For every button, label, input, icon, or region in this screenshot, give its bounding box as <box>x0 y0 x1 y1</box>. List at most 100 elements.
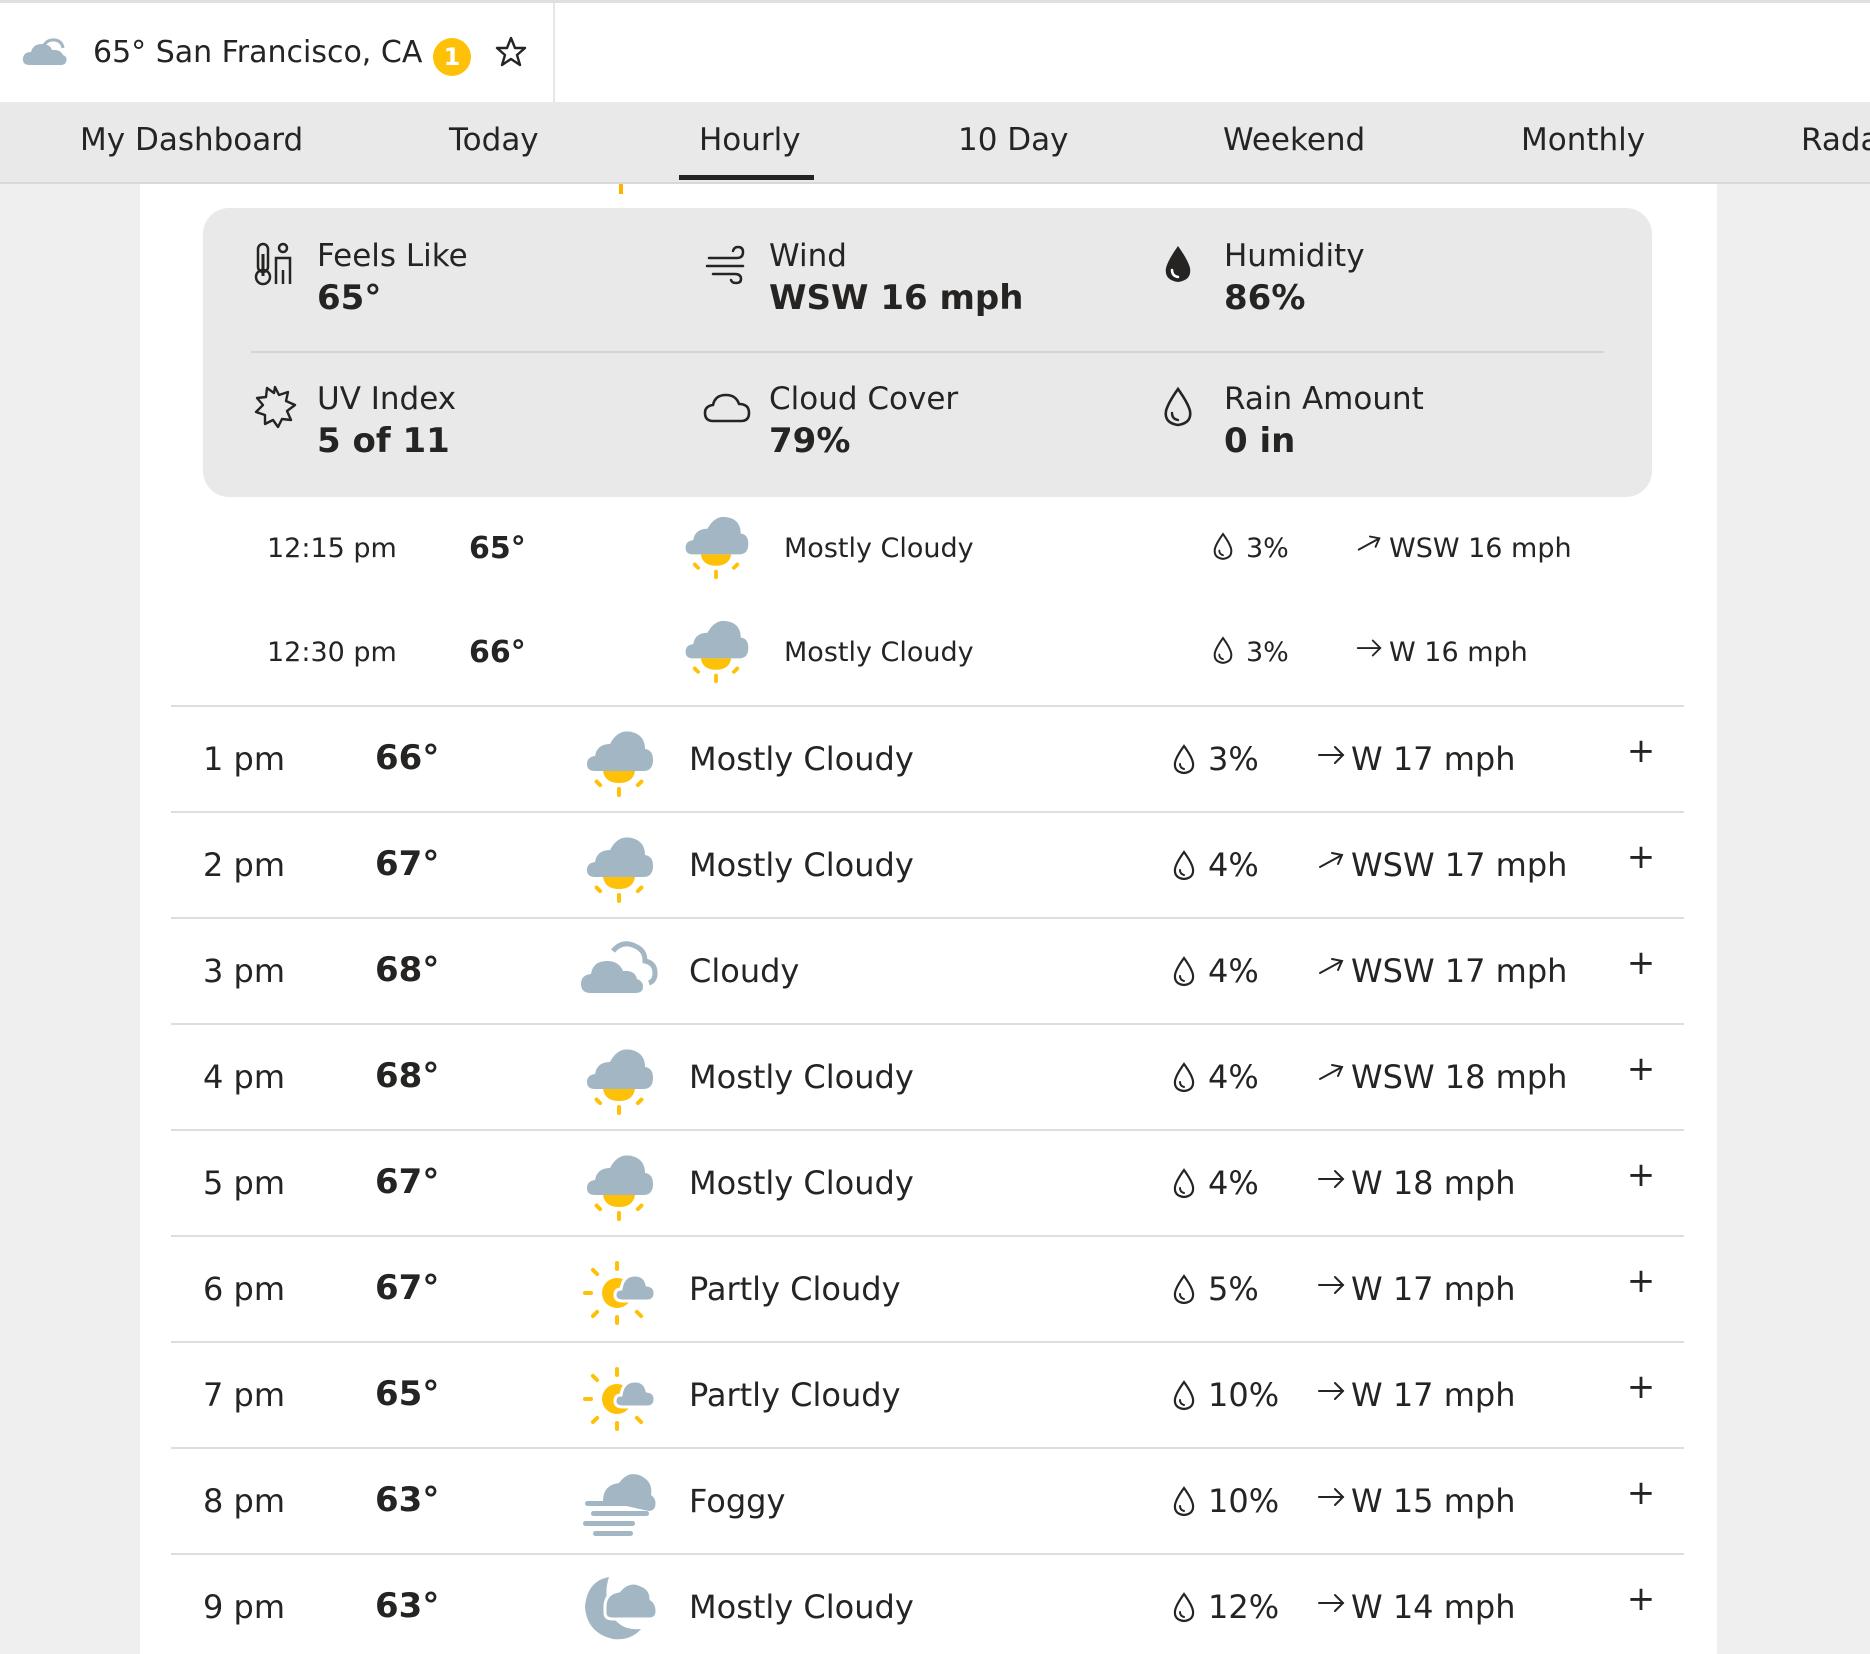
rain-amount-label: Rain Amount <box>1224 381 1424 417</box>
hourly-row[interactable]: 5 pm 67° Mostly Cloudy 4% W 18 mph + <box>171 1129 1684 1235</box>
row-temp: 66° <box>375 738 440 778</box>
nav-weekend[interactable]: Weekend <box>1223 122 1365 158</box>
star-icon[interactable] <box>494 35 528 69</box>
hourly-row[interactable]: 8 pm 63° Foggy 10% W 15 mph + <box>171 1447 1684 1553</box>
cloud-outline-icon <box>703 393 751 423</box>
row-condition: Mostly Cloudy <box>689 740 914 778</box>
row-time: 12:15 pm <box>267 533 397 564</box>
wind-value: WSW 16 mph <box>769 278 1024 318</box>
wind-direction-icon <box>1315 1057 1347 1089</box>
row-time: 6 pm <box>203 1270 286 1308</box>
expand-icon[interactable]: + <box>1621 1049 1661 1089</box>
expand-icon[interactable]: + <box>1621 837 1661 877</box>
raindrop-icon <box>1172 1379 1196 1411</box>
raindrop-icon <box>1172 1273 1196 1305</box>
row-precip: 3% <box>1246 533 1289 564</box>
row-time: 1 pm <box>203 740 286 778</box>
wind-label: Wind <box>769 238 847 274</box>
row-precip: 3% <box>1246 637 1289 668</box>
wind-direction-icon <box>1315 951 1347 983</box>
row-condition: Partly Cloudy <box>689 1376 901 1414</box>
mostly-cloudy-day-icon <box>579 1037 659 1117</box>
hourly-row[interactable]: 7 pm 65° Partly Cloudy 10% W 17 mph + <box>171 1341 1684 1447</box>
row-temp: 65° <box>375 1374 440 1414</box>
thermometer-person-icon <box>254 242 292 286</box>
expand-icon[interactable]: + <box>1621 731 1661 771</box>
hourly-row[interactable]: 3 pm 68° Cloudy 4% WSW 17 mph + <box>171 917 1684 1023</box>
quarter-hour-row: 12:30 pm 66° Mostly Cloudy 3% W 16 mph <box>140 601 1717 705</box>
wind-direction-icon <box>1315 739 1347 771</box>
expand-icon[interactable]: + <box>1621 943 1661 983</box>
row-time: 3 pm <box>203 952 286 990</box>
row-temp: 67° <box>375 1162 440 1202</box>
mostly-cloudy-night-icon <box>579 1567 659 1647</box>
mostly-cloudy-day-icon <box>579 1143 659 1223</box>
row-time: 9 pm <box>203 1588 286 1626</box>
raindrop-icon <box>1212 635 1234 665</box>
row-wind: W 17 mph <box>1351 1376 1516 1414</box>
nav-monthly[interactable]: Monthly <box>1521 122 1645 158</box>
row-condition: Cloudy <box>689 952 800 990</box>
nav-10-day[interactable]: 10 Day <box>958 122 1069 158</box>
hourly-row[interactable]: 9 pm 63° Mostly Cloudy 12% W 14 mph + <box>171 1553 1684 1654</box>
row-precip: 4% <box>1208 846 1259 884</box>
nav-today[interactable]: Today <box>449 122 539 158</box>
humidity-label: Humidity <box>1224 238 1365 274</box>
nav-hourly[interactable]: Hourly <box>699 122 801 158</box>
humidity-drop-icon <box>1165 246 1191 282</box>
row-temp: 65° <box>469 531 526 566</box>
wind-direction-icon <box>1315 1163 1347 1195</box>
hourly-row[interactable]: 2 pm 67° Mostly Cloudy 4% WSW 17 mph + <box>171 811 1684 917</box>
expand-icon[interactable]: + <box>1621 1579 1661 1619</box>
row-wind: WSW 17 mph <box>1351 952 1568 990</box>
mostly-cloudy-day-icon <box>678 609 754 685</box>
raindrop-outline-icon <box>1164 386 1192 427</box>
hourly-row[interactable]: 1 pm 66° Mostly Cloudy 3% W 17 mph + <box>171 705 1684 811</box>
cloud-cover-value: 79% <box>769 421 851 461</box>
row-temp: 63° <box>375 1480 440 1520</box>
row-wind: WSW 17 mph <box>1351 846 1568 884</box>
raindrop-icon <box>1172 955 1196 987</box>
hourly-row[interactable]: 4 pm 68° Mostly Cloudy 4% WSW 18 mph + <box>171 1023 1684 1129</box>
wind-direction-icon <box>1354 529 1384 559</box>
uv-index-label: UV Index <box>317 381 457 417</box>
row-precip: 4% <box>1208 952 1259 990</box>
hourly-row[interactable]: 6 pm 67° Partly Cloudy 5% W 17 mph + <box>171 1235 1684 1341</box>
raindrop-icon <box>1172 1591 1196 1623</box>
row-condition: Mostly Cloudy <box>689 1164 914 1202</box>
nav-my-dashboard[interactable]: My Dashboard <box>80 122 303 158</box>
expand-icon[interactable]: + <box>1621 1155 1661 1195</box>
mostly-cloudy-day-icon <box>579 825 659 905</box>
location-tab[interactable]: 65° San Francisco, CA 1 <box>0 3 555 102</box>
feels-like-value: 65° <box>317 278 382 318</box>
detail-rain-amount: Rain Amount 0 in <box>1158 381 1578 471</box>
expand-icon[interactable]: + <box>1621 1473 1661 1513</box>
row-time: 5 pm <box>203 1164 286 1202</box>
active-tab-indicator <box>679 175 814 180</box>
expand-icon[interactable]: + <box>1621 1367 1661 1407</box>
humidity-value: 86% <box>1224 278 1306 318</box>
detail-cloud-cover: Cloud Cover 79% <box>703 381 1123 471</box>
expand-icon[interactable]: + <box>1621 1261 1661 1301</box>
detail-humidity: Humidity 86% <box>1158 238 1578 328</box>
row-temp: 68° <box>375 1056 440 1096</box>
alert-badge[interactable]: 1 <box>433 38 471 76</box>
rain-amount-value: 0 in <box>1224 421 1296 461</box>
row-precip: 4% <box>1208 1164 1259 1202</box>
wind-direction-icon <box>1315 1269 1347 1301</box>
row-time: 12:30 pm <box>267 637 397 668</box>
row-condition: Mostly Cloudy <box>689 846 914 884</box>
row-time: 8 pm <box>203 1482 286 1520</box>
raindrop-icon <box>1212 531 1234 561</box>
row-wind: W 14 mph <box>1351 1588 1516 1626</box>
cloud-cover-label: Cloud Cover <box>769 381 959 417</box>
partly-cloudy-day-icon <box>579 1355 659 1435</box>
feels-like-label: Feels Like <box>317 238 468 274</box>
row-precip: 3% <box>1208 740 1259 778</box>
row-wind: WSW 18 mph <box>1351 1058 1568 1096</box>
uv-index-value: 5 of 11 <box>317 421 450 461</box>
row-wind: W 17 mph <box>1351 740 1516 778</box>
nav-radar[interactable]: Rada <box>1801 122 1870 158</box>
row-precip: 5% <box>1208 1270 1259 1308</box>
row-temp: 67° <box>375 844 440 884</box>
